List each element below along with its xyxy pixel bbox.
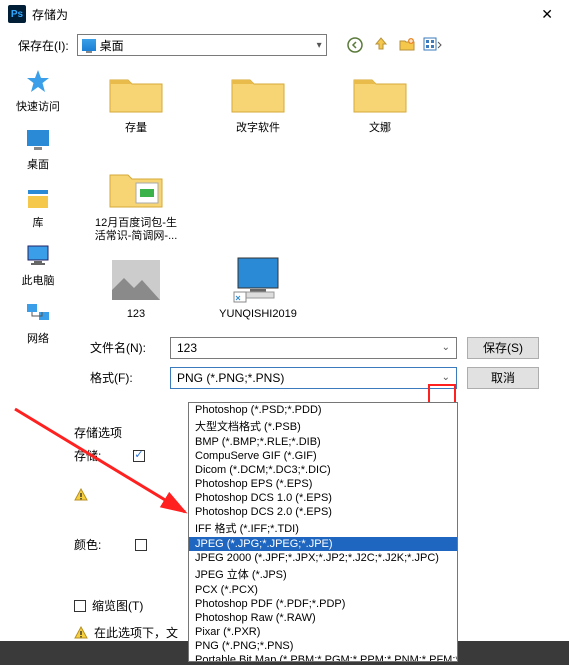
folder-icon [106,165,166,213]
file-item[interactable]: YUNQISHI2019 [212,256,304,321]
sidebar-item-quick-access[interactable]: 快速访问 [16,68,60,114]
window-title: 存储为 [32,6,533,23]
save-in-label: 保存在(I): [18,37,69,54]
save-sublabel: 存储: [74,447,101,464]
format-option[interactable]: Dicom (*.DCM;*.DC3;*.DIC) [189,463,457,477]
sidebar-item-this-pc[interactable]: 此电脑 [22,242,55,288]
file-name: YUNQISHI2019 [219,308,297,321]
folder-name: 存量 [125,122,147,135]
thumbnail-label: 缩览图(T) [92,597,143,614]
format-option[interactable]: JPEG 2000 (*.JPF;*.JPX;*.JP2;*.J2C;*.J2K… [189,551,457,565]
format-option[interactable]: PCX (*.PCX) [189,583,457,597]
format-option[interactable]: Photoshop Raw (*.RAW) [189,611,457,625]
save-button[interactable]: 保存(S) [467,337,539,359]
sidebar-item-label: 快速访问 [16,98,60,114]
format-option[interactable]: Photoshop DCS 1.0 (*.EPS) [189,491,457,505]
view-menu-icon[interactable] [423,35,443,55]
warning-icon [74,626,88,640]
folder-icon [106,70,166,118]
new-folder-icon[interactable] [397,35,417,55]
format-option[interactable]: 大型文档格式 (*.PSB) [189,417,457,435]
format-option[interactable]: BMP (*.BMP;*.RLE;*.DIB) [189,435,457,449]
file-name: 123 [127,308,145,321]
file-pane[interactable]: 存量 改字软件 文娜 12月百度词包-生活常识-简调网-... 123 [68,62,569,401]
star-icon [24,68,52,96]
sidebar-item-label: 桌面 [27,156,49,172]
format-option[interactable]: IFF 格式 (*.IFF;*.TDI) [189,519,457,537]
close-button[interactable]: ✕ [533,6,561,23]
chevron-down-icon: ▾ [317,40,322,51]
format-combo[interactable]: PNG (*.PNG;*.PNS) ⌄ [170,367,457,389]
folder-icon [350,70,410,118]
sidebar: 快速访问 桌面 库 此电脑 网络 [8,62,68,401]
location-text: 桌面 [100,37,124,54]
sidebar-item-desktop[interactable]: 桌面 [24,126,52,172]
sidebar-item-label: 库 [33,214,44,230]
sidebar-item-label: 网络 [27,330,49,346]
image-thumb-icon [106,256,166,304]
cancel-button[interactable]: 取消 [467,367,539,389]
checkbox[interactable] [135,539,147,551]
save-options-panel: 存储选项 存储: 颜色: 缩览图(T) 在此选项下，文 [74,424,184,641]
format-option[interactable]: JPEG 立体 (*.JPS) [189,565,457,583]
folder-item[interactable]: 文娜 [334,70,426,135]
format-option[interactable]: PNG (*.PNG;*.PNS) [189,639,457,653]
shortcut-icon [228,256,288,304]
folder-item[interactable]: 存量 [90,70,182,135]
titlebar: Ps 存储为 ✕ [0,0,569,28]
format-option[interactable]: CompuServe GIF (*.GIF) [189,449,457,463]
photoshop-icon: Ps [8,5,26,23]
folder-name: 改字软件 [236,122,280,135]
format-option[interactable]: Photoshop EPS (*.EPS) [189,477,457,491]
up-icon[interactable] [371,35,391,55]
thumbnail-checkbox[interactable] [74,600,86,612]
network-icon [24,300,52,328]
format-option[interactable]: JPEG (*.JPG;*.JPEG;*.JPE) [189,537,457,551]
folder-item[interactable]: 改字软件 [212,70,304,135]
color-label: 颜色: [74,536,101,553]
format-value: PNG (*.PNG;*.PNS) [177,371,284,385]
format-option[interactable]: Photoshop (*.PSD;*.PDD) [189,403,457,417]
sidebar-item-label: 此电脑 [22,272,55,288]
filename-value: 123 [177,341,197,355]
chevron-down-icon: ⌄ [442,342,450,353]
format-option[interactable]: Photoshop PDF (*.PDF;*.PDP) [189,597,457,611]
folder-name: 文娜 [369,122,391,135]
pc-icon [24,242,52,270]
file-item[interactable]: 123 [90,256,182,321]
back-icon[interactable] [345,35,365,55]
filename-label: 文件名(N): [90,339,160,356]
chevron-down-icon: ⌄ [442,372,450,383]
folder-item[interactable]: 12月百度词包-生活常识-简调网-... [90,165,182,243]
format-option[interactable]: Photoshop DCS 2.0 (*.EPS) [189,505,457,519]
sidebar-item-network[interactable]: 网络 [24,300,52,346]
folder-name: 12月百度词包-生活常识-简调网-... [90,217,182,243]
checkbox[interactable] [133,450,145,462]
desktop-icon [24,126,52,154]
format-dropdown[interactable]: Photoshop (*.PSD;*.PDD)大型文档格式 (*.PSB)BMP… [188,402,458,662]
options-title: 存储选项 [74,424,184,441]
desktop-icon [82,39,96,51]
filename-input[interactable]: 123 ⌄ [170,337,457,359]
format-option[interactable]: Pixar (*.PXR) [189,625,457,639]
format-option[interactable]: Portable Bit Map (*.PBM;*.PGM;*.PPM;*.PN… [189,653,457,662]
location-combo[interactable]: 桌面 ▾ [77,34,327,56]
note-text: 在此选项下，文 [94,624,178,641]
toolbar: 保存在(I): 桌面 ▾ [0,28,569,62]
warning-icon [74,488,88,502]
library-icon [24,184,52,212]
format-label: 格式(F): [90,369,160,386]
folder-icon [228,70,288,118]
sidebar-item-libraries[interactable]: 库 [24,184,52,230]
